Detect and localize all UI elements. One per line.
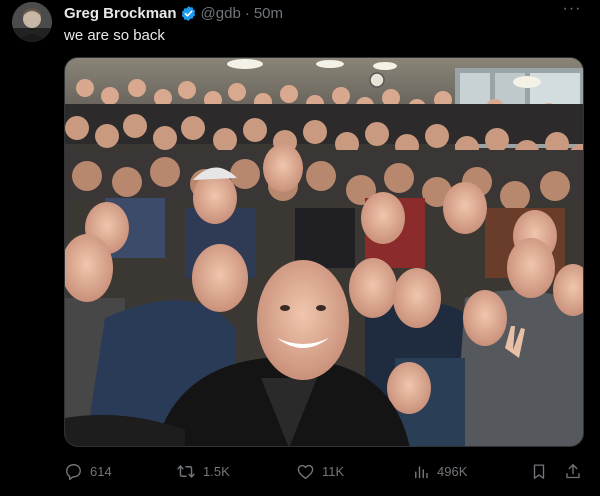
views-bar-chart-icon (415, 465, 428, 478)
retweet-count: 1.5K (203, 463, 230, 479)
author-avatar[interactable] (12, 2, 52, 42)
author-name[interactable]: Greg Brockman (64, 5, 177, 22)
tweet[interactable]: Greg Brockman @gdb · 50m ··· we are so b… (0, 0, 600, 496)
retweet-button[interactable]: 1.5K (176, 460, 230, 482)
verified-badge-icon[interactable] (180, 5, 197, 22)
reply-button[interactable]: 614 (64, 460, 112, 482)
bookmark-icon (533, 463, 545, 479)
reply-icon (66, 463, 81, 480)
view-count: 496K (437, 463, 468, 479)
share-button[interactable] (564, 460, 589, 482)
separator-dot: · (244, 4, 250, 22)
more-options-icon[interactable]: ··· (562, 1, 582, 20)
tweet-header: Greg Brockman @gdb · 50m (64, 4, 283, 22)
author-handle[interactable]: @gdb (201, 5, 241, 22)
tweet-photo[interactable] (64, 57, 584, 447)
like-count: 11K (322, 463, 345, 479)
views-button[interactable]: 496K (412, 460, 467, 482)
tweet-timestamp[interactable]: 50m (254, 5, 283, 22)
group-selfie-image (65, 58, 583, 446)
like-button[interactable]: 11K (296, 460, 344, 482)
bookmark-button[interactable] (530, 460, 555, 482)
heart-icon (297, 464, 314, 479)
share-icon (566, 463, 580, 478)
tweet-text: we are so back (64, 27, 165, 44)
retweet-icon (177, 464, 195, 478)
reply-count: 614 (90, 463, 112, 479)
tweet-actions: 614 1.5K 11K 496K (64, 460, 584, 482)
